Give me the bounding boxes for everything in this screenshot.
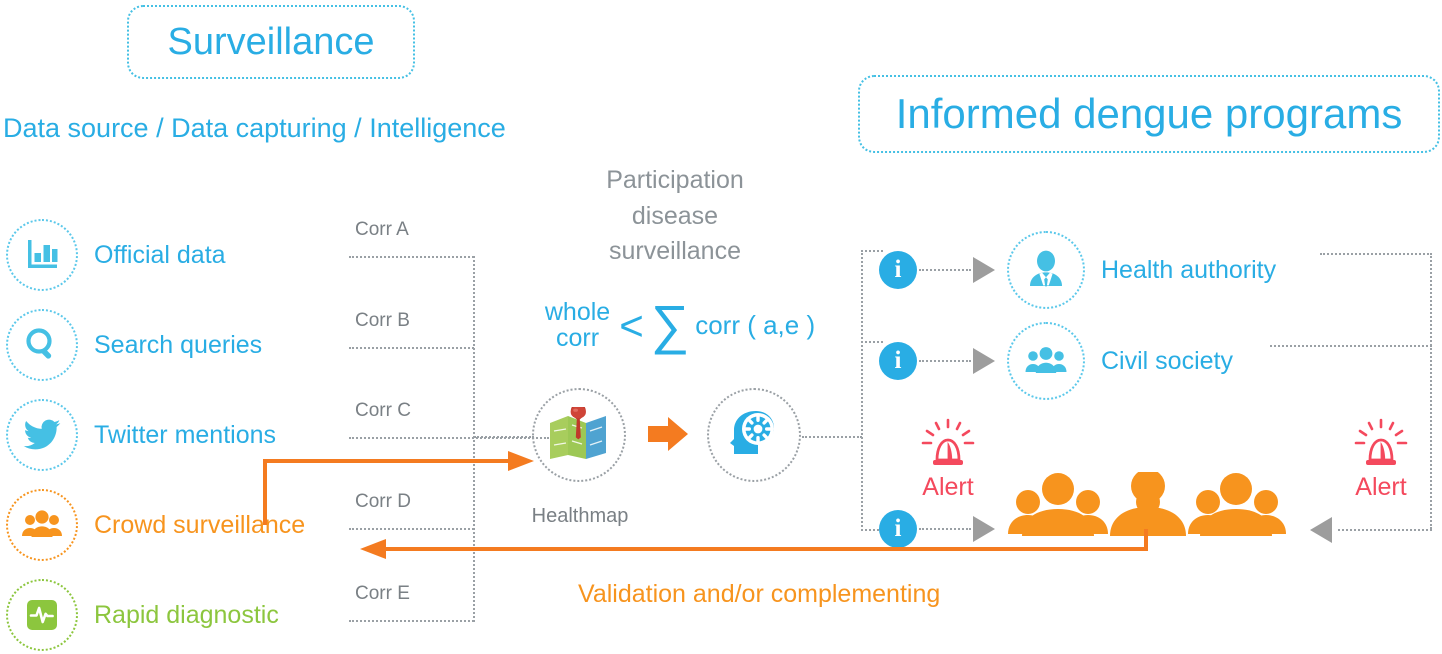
diagram-canvas: Surveillance Informed dengue programs Da… (0, 0, 1442, 654)
crowd-to-healthmap-path (263, 459, 515, 525)
validation-feedback-arrowhead (360, 539, 386, 559)
validation-and-or-complementing-label: Validation and/or complementing (578, 580, 941, 608)
validation-feedback-path (380, 529, 1148, 551)
orange-flow-arrows (263, 451, 1148, 559)
crowd-to-healthmap-arrowhead (508, 451, 534, 471)
